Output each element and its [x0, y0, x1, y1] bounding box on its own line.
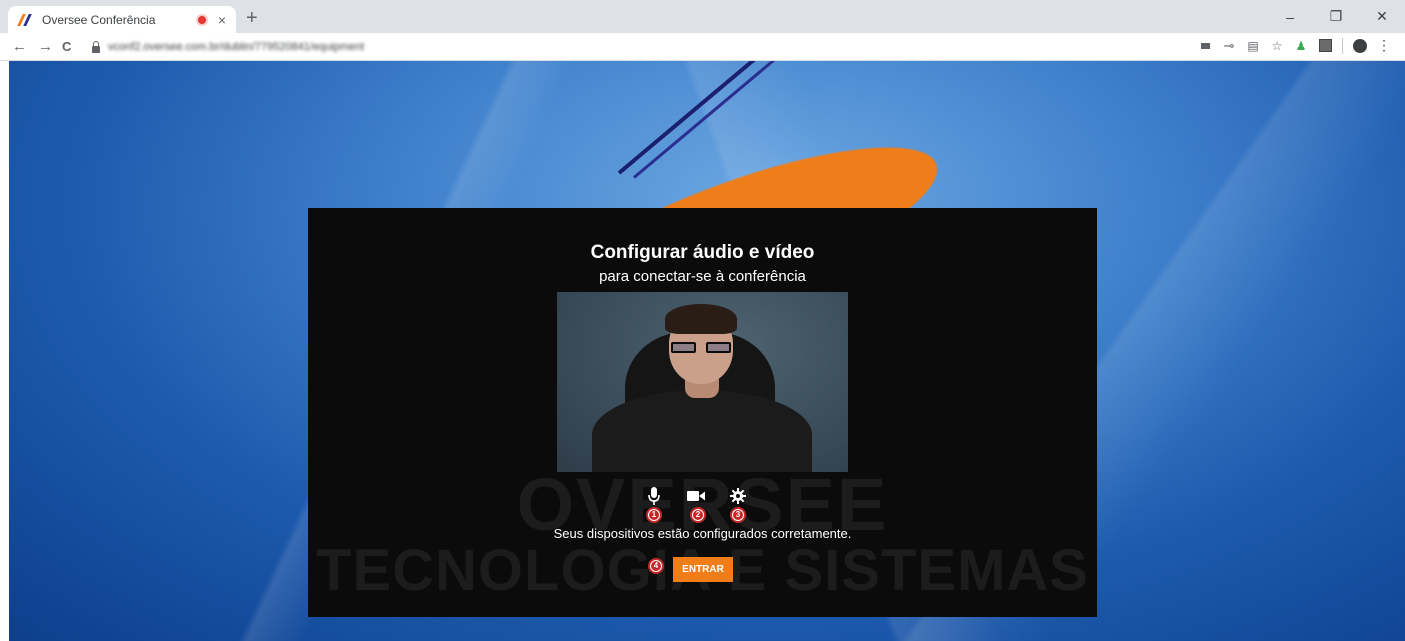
- profile-avatar-icon[interactable]: [1353, 38, 1367, 53]
- tab-close-button[interactable]: ×: [218, 12, 226, 28]
- camera-in-use-icon[interactable]: [1198, 39, 1212, 53]
- setup-panel: OVERSEE TECNOLOGIA E SISTEMAS Configurar…: [308, 208, 1097, 617]
- toolbar-divider: [1342, 37, 1343, 54]
- extension-green-icon[interactable]: ♟: [1294, 39, 1308, 53]
- key-icon[interactable]: [1222, 39, 1236, 53]
- address-bar[interactable]: vconf2.oversee.com.br/dublin/779520841/e…: [86, 36, 1186, 58]
- new-tab-button[interactable]: +: [246, 8, 258, 28]
- browser-tab[interactable]: Oversee Conferência ×: [8, 6, 236, 33]
- step-badge: 1: [646, 507, 662, 523]
- logo-stroke: [633, 61, 796, 179]
- bookmark-star-icon[interactable]: ☆: [1270, 39, 1284, 53]
- preview-person-hair: [665, 304, 737, 334]
- recording-indicator-icon: [197, 15, 206, 24]
- device-controls: [644, 486, 764, 506]
- device-status-message: Seus dispositivos estão configurados cor…: [553, 526, 852, 541]
- preview-person-body: [592, 390, 812, 472]
- minimize-button[interactable]: –: [1267, 0, 1313, 33]
- enter-button[interactable]: ENTRAR: [673, 557, 733, 582]
- oversee-favicon-icon: [18, 14, 34, 26]
- microphone-icon[interactable]: [644, 486, 664, 506]
- browser-tabstrip: Oversee Conferência × + – ❐ ✕: [0, 0, 1405, 33]
- step-badge: 3: [730, 507, 746, 523]
- browser-toolbar: ← → C vconf2.oversee.com.br/dublin/77952…: [0, 33, 1405, 61]
- lock-icon: [92, 40, 100, 53]
- gear-icon[interactable]: [728, 486, 748, 506]
- step-badge: 4: [648, 558, 664, 574]
- tab-title: Oversee Conferência: [42, 12, 156, 27]
- extension-gray-icon[interactable]: [1318, 39, 1332, 53]
- forward-button[interactable]: →: [38, 37, 53, 57]
- reload-button[interactable]: C: [62, 37, 71, 57]
- browser-menu-button[interactable]: ⋮: [1377, 37, 1391, 54]
- page-title: Configurar áudio e vídeo: [590, 242, 815, 263]
- page-subtitle: para conectar-se à conferência: [599, 268, 806, 285]
- video-camera-icon[interactable]: [686, 486, 706, 506]
- url-text: vconf2.oversee.com.br/dublin/779520841/e…: [108, 41, 365, 53]
- restore-button[interactable]: ❐: [1313, 0, 1359, 33]
- step-badge: 2: [690, 507, 706, 523]
- extension-icons: ▤ ☆ ♟ ⋮: [1198, 37, 1391, 54]
- back-button[interactable]: ←: [12, 37, 27, 57]
- translate-icon[interactable]: ▤: [1246, 39, 1260, 53]
- close-window-button[interactable]: ✕: [1359, 0, 1405, 33]
- preview-person-glasses: [671, 342, 731, 354]
- camera-preview: [557, 292, 848, 472]
- window-controls: – ❐ ✕: [1267, 0, 1405, 33]
